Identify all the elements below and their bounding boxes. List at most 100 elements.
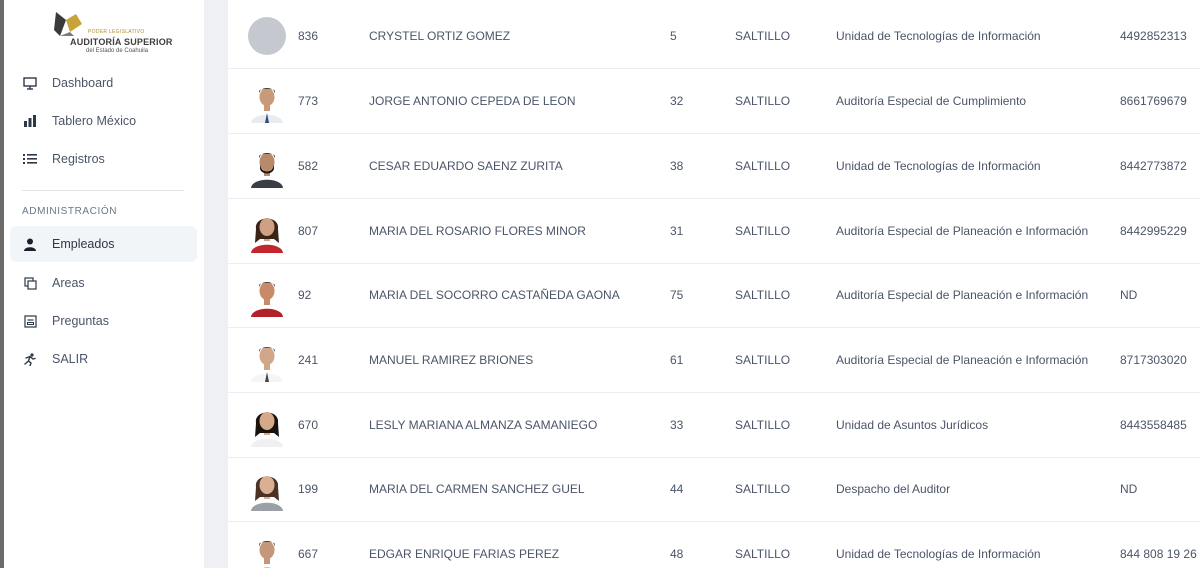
cell-city: SALTILLO	[735, 353, 791, 367]
bar-chart-icon	[22, 113, 38, 129]
cell-city: SALTILLO	[735, 482, 791, 496]
cell-city: SALTILLO	[735, 159, 791, 173]
avatar	[248, 79, 286, 123]
cell-id: 241	[298, 353, 319, 367]
cell-id: 582	[298, 159, 319, 173]
cell-name: MANUEL RAMIREZ BRIONES	[369, 353, 534, 367]
cell-id: 92	[298, 288, 312, 302]
cell-id: 199	[298, 482, 319, 496]
cell-age: 32	[670, 94, 684, 108]
cell-phone: 4492852313	[1120, 29, 1187, 43]
content-gutter	[204, 0, 228, 568]
brand-line1: PODER LEGISLATIVO	[88, 29, 145, 35]
table-row[interactable]: 807 MARIA DEL ROSARIO FLORES MINOR 31 SALTI…	[228, 199, 1200, 264]
cell-age: 48	[670, 547, 684, 561]
copy-icon	[22, 275, 38, 291]
sidebar-item-label: Areas	[52, 276, 85, 290]
cell-area: Auditoría Especial de Planeación e Infor…	[836, 288, 1089, 302]
cell-age: 44	[670, 482, 684, 496]
cell-city: SALTILLO	[735, 94, 791, 108]
sidebar-item-label: Dashboard	[52, 76, 114, 90]
cell-phone: 8443558485	[1120, 418, 1187, 432]
section-title-administracion: ADMINISTRACIÓN	[22, 206, 118, 217]
cell-age: 5	[670, 29, 677, 43]
cell-area: Auditoría Especial de Cumplimiento	[836, 94, 1027, 108]
table-row[interactable]: 773 JORGE ANTONIO CEPEDA DE LEON 32 SALTILL…	[228, 69, 1200, 134]
cell-city: SALTILLO	[735, 418, 791, 432]
cell-phone: 8661769679	[1120, 94, 1187, 108]
cell-area: Unidad de Tecnologías de Información	[836, 159, 1041, 173]
sidebar-item-registros[interactable]: Registros	[10, 141, 197, 177]
avatar	[248, 144, 286, 188]
sidebar-item-label: Preguntas	[52, 314, 109, 328]
sidebar-item-label: SALIR	[52, 352, 89, 366]
cell-phone: ND	[1120, 482, 1138, 496]
sidebar-item-areas[interactable]: Areas	[10, 265, 197, 301]
monitor-icon	[22, 75, 38, 91]
cell-age: 75	[670, 288, 684, 302]
cell-phone: ND	[1120, 288, 1138, 302]
avatar	[248, 273, 286, 317]
sidebar-item-preguntas[interactable]: Preguntas	[10, 303, 197, 339]
cell-area: Unidad de Asuntos Jurídicos	[836, 418, 989, 432]
cell-city: SALTILLO	[735, 547, 791, 561]
list-icon	[22, 151, 38, 167]
sidebar-item-dashboard[interactable]: Dashboard	[10, 65, 197, 101]
employees-table: 836 CRYSTEL ORTIZ GOMEZ 5 SALTILLO Unidad de…	[228, 0, 1200, 568]
table-row[interactable]: 836 CRYSTEL ORTIZ GOMEZ 5 SALTILLO Unidad de…	[228, 4, 1200, 69]
cell-area: Unidad de Tecnologías de Información	[836, 29, 1041, 43]
sidebar-item-label: Registros	[52, 152, 105, 166]
cell-city: SALTILLO	[735, 288, 791, 302]
cell-area: Despacho del Auditor	[836, 482, 951, 496]
cell-name: LESLY MARIANA ALMANZA SAMANIEGO	[369, 418, 598, 432]
avatar	[248, 532, 286, 568]
sidebar-divider	[22, 190, 184, 191]
cell-id: 667	[298, 547, 319, 561]
cell-id: 807	[298, 224, 319, 238]
cell-name: MARIA DEL SOCORRO CASTAÑEDA GAONA	[369, 288, 620, 302]
cell-name: MARIA DEL ROSARIO FLORES MINOR	[369, 224, 586, 238]
avatar	[248, 17, 286, 55]
cell-age: 31	[670, 224, 684, 238]
cell-name: JORGE ANTONIO CEPEDA DE LEON	[369, 94, 576, 108]
cell-phone: 844 808 19 26	[1120, 547, 1197, 561]
cell-id: 670	[298, 418, 319, 432]
sidebar-item-label: Empleados	[52, 237, 115, 251]
asec-logo: PODER LEGISLATIVO AUDITORÍA SUPERIOR del…	[52, 10, 172, 56]
sidebar: PODER LEGISLATIVO AUDITORÍA SUPERIOR del…	[4, 0, 204, 568]
avatar	[248, 338, 286, 382]
table-row[interactable]: 582 CESAR EDUARDO SAENZ ZURITA 38 SALTILLO U…	[228, 134, 1200, 199]
table-row[interactable]: 199 MARIA DEL CARMEN SANCHEZ GUEL 44 SALTIL…	[228, 457, 1200, 522]
cell-phone: 8442773872	[1120, 159, 1187, 173]
sidebar-item-empleados[interactable]: Empleados	[10, 226, 197, 262]
sidebar-item-label: Tablero México	[52, 114, 137, 128]
table-row[interactable]: 241 MANUEL RAMIREZ BRIONES 61 SALTILLO Audit…	[228, 328, 1200, 393]
brand-line3: del Estado de Coahuila	[86, 48, 149, 54]
cell-age: 38	[670, 159, 684, 173]
cell-id: 773	[298, 94, 319, 108]
cell-id: 836	[298, 29, 319, 43]
cell-name: CRYSTEL ORTIZ GOMEZ	[369, 29, 511, 43]
cell-name: CESAR EDUARDO SAENZ ZURITA	[369, 159, 563, 173]
cell-area: Unidad de Tecnologías de Información	[836, 547, 1041, 561]
cell-area: Auditoría Especial de Planeación e Infor…	[836, 224, 1089, 238]
table-row[interactable]: 92 MARIA DEL SOCORRO CASTAÑEDA GAONA 75 SAL…	[228, 263, 1200, 328]
avatar	[248, 403, 286, 447]
cell-name: MARIA DEL CARMEN SANCHEZ GUEL	[369, 482, 585, 496]
avatar	[248, 209, 286, 253]
cell-age: 33	[670, 418, 684, 432]
cell-city: SALTILLO	[735, 224, 791, 238]
running-icon	[22, 351, 38, 367]
cell-phone: 8442995229	[1120, 224, 1187, 238]
avatar	[248, 467, 286, 511]
cell-area: Auditoría Especial de Planeación e Infor…	[836, 353, 1089, 367]
sidebar-item-salir[interactable]: SALIR	[10, 341, 197, 377]
table-row[interactable]: 667 EDGAR ENRIQUE FARIAS PEREZ 48 SALTILLO U…	[228, 522, 1200, 568]
user-icon	[22, 236, 38, 252]
brand-line2: AUDITORÍA SUPERIOR	[70, 37, 173, 47]
sidebar-item-tablero[interactable]: Tablero México	[10, 103, 197, 139]
cell-name: EDGAR ENRIQUE FARIAS PEREZ	[369, 547, 560, 561]
table-row[interactable]: 670 LESLY MARIANA ALMANZA SAMANIEGO 33 SALT…	[228, 393, 1200, 458]
form-icon	[22, 313, 38, 329]
cell-age: 61	[670, 353, 684, 367]
